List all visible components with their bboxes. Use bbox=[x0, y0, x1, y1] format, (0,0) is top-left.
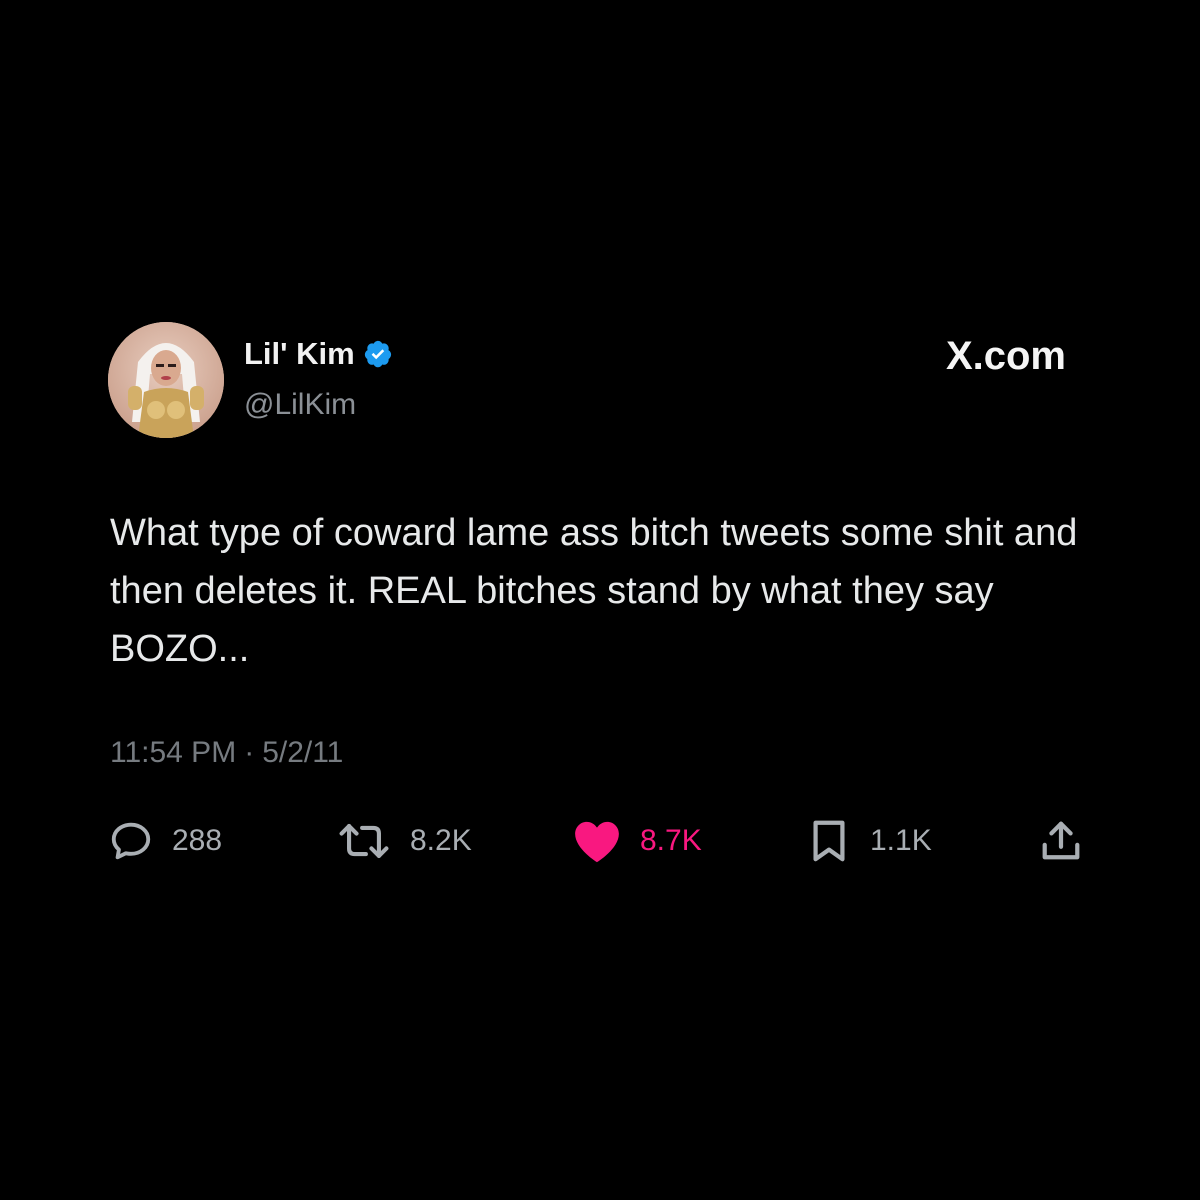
like-button[interactable]: 8.7K bbox=[572, 818, 702, 864]
heart-icon bbox=[572, 818, 622, 864]
repost-count: 8.2K bbox=[410, 824, 472, 857]
repost-icon bbox=[336, 818, 392, 864]
avatar[interactable] bbox=[108, 322, 224, 438]
reply-icon bbox=[108, 818, 154, 864]
action-bar: 288 8.2K 8.7K 1.1K bbox=[0, 818, 1200, 864]
brand-label: X.com bbox=[945, 334, 1066, 378]
bookmark-icon bbox=[806, 818, 852, 864]
bookmark-count: 1.1K bbox=[870, 824, 932, 857]
like-count: 8.7K bbox=[640, 824, 702, 857]
tweet-timestamp[interactable]: 11:54 PM · 5/2/11 bbox=[110, 736, 343, 770]
avatar-image bbox=[108, 322, 224, 438]
reply-button[interactable]: 288 bbox=[108, 818, 222, 864]
meta-separator: · bbox=[244, 736, 255, 769]
share-icon bbox=[1038, 818, 1084, 864]
share-button[interactable] bbox=[1038, 818, 1084, 864]
reply-count: 288 bbox=[172, 824, 223, 857]
verified-badge-icon bbox=[363, 339, 393, 369]
tweet-text: What type of coward lame ass bitch tweet… bbox=[110, 512, 1078, 670]
display-name-text: Lil' Kim bbox=[244, 336, 355, 371]
bookmark-button[interactable]: 1.1K bbox=[806, 818, 932, 864]
display-name[interactable]: Lil' Kim bbox=[244, 336, 393, 372]
tweet-date: 5/2/11 bbox=[262, 736, 344, 769]
user-handle[interactable]: @LilKim bbox=[244, 388, 356, 422]
tweet-time: 11:54 PM bbox=[110, 736, 237, 769]
repost-button[interactable]: 8.2K bbox=[336, 818, 472, 864]
